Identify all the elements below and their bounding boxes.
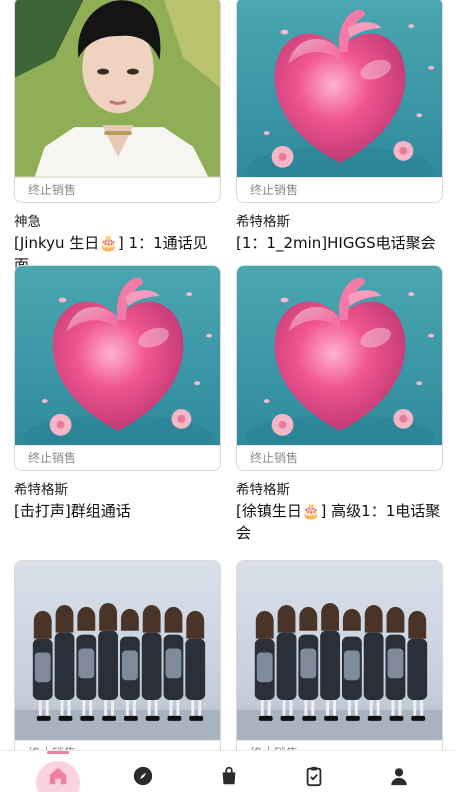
product-image[interactable] (236, 265, 443, 445)
seller-name: 神急 (14, 214, 41, 230)
product-image[interactable] (14, 560, 221, 740)
product-card[interactable]: 终止销售 (14, 560, 221, 766)
product-title[interactable]: [徐镇生日🎂] 高级1：1电话聚会 (236, 500, 443, 544)
product-card[interactable]: 终止销售 希特格斯 [1：1_2min]HIGGS电话聚会 (236, 0, 443, 254)
nav-home[interactable] (33, 751, 83, 792)
product-image[interactable] (14, 265, 221, 445)
status-label: 终止销售 (14, 445, 221, 471)
nav-profile[interactable] (374, 751, 424, 792)
product-card[interactable]: 终止销售 希特格斯 [击打声]群组通话 (14, 265, 221, 522)
product-card[interactable]: 终止销售 (236, 560, 443, 766)
seller-name: 希特格斯 (14, 482, 68, 498)
shopping-bag-icon (222, 766, 236, 785)
product-title[interactable]: [击打声]群组通话 (14, 500, 221, 522)
product-image[interactable] (236, 560, 443, 740)
product-image[interactable] (14, 0, 221, 177)
nav-shop[interactable] (204, 751, 254, 792)
person-icon (391, 768, 407, 786)
nav-explore[interactable] (118, 751, 168, 792)
compass-icon (133, 766, 153, 786)
home-icon (49, 767, 67, 785)
bottom-nav (0, 750, 456, 792)
status-label: 终止销售 (14, 177, 221, 203)
product-card[interactable]: 终止销售 希特格斯 [徐镇生日🎂] 高级1：1电话聚会 (236, 265, 443, 544)
status-label: 终止销售 (236, 445, 443, 471)
clipboard-check-icon (306, 766, 322, 787)
product-title[interactable]: [1：1_2min]HIGGS电话聚会 (236, 232, 443, 254)
seller-name: 希特格斯 (236, 482, 290, 498)
seller-name: 希特格斯 (236, 214, 290, 230)
product-card[interactable]: 终止销售 神急 [Jinkyu 生日🎂] 1：1通话见面 (14, 0, 221, 276)
active-indicator (47, 751, 69, 754)
nav-orders[interactable] (289, 751, 339, 792)
product-image[interactable] (236, 0, 443, 177)
status-label: 终止销售 (236, 177, 443, 203)
